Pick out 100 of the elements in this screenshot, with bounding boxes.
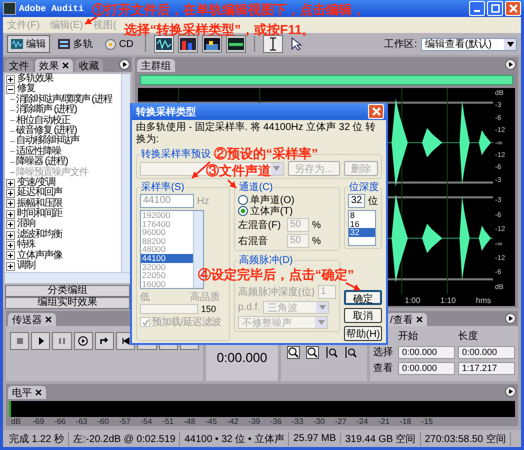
panel-menu-icon[interactable] — [505, 386, 516, 397]
list-item[interactable]: 16 — [349, 220, 375, 228]
expander-icon[interactable] — [6, 74, 15, 84]
tick-label: -54 — [140, 417, 154, 426]
dialog-title: 转换采样类型 — [136, 106, 196, 118]
tree-item[interactable]: 特殊 — [17, 240, 35, 251]
expander-icon[interactable] — [6, 85, 15, 94]
status-text: 左:-20.2dB @ 0:02.519 — [69, 432, 180, 446]
panel-tab[interactable]: 传送器 — [8, 313, 56, 326]
unit-label: 位 — [368, 195, 378, 208]
tree-item[interactable]: 消除嘶声 (进程) — [16, 105, 76, 116]
field-label: 高频脉冲深度(位) — [238, 286, 315, 299]
waveform-view-icon[interactable] — [154, 35, 174, 53]
time-field[interactable]: 0:00.000 — [398, 362, 455, 374]
expander-icon[interactable] — [6, 230, 15, 240]
time-field[interactable]: 0:00.000 — [458, 346, 515, 358]
group-title: 通道(C) — [238, 180, 274, 194]
tick-label: -39 — [248, 417, 262, 426]
panel-tab[interactable]: /查看 — [386, 313, 427, 326]
tick-label: -66 — [54, 417, 67, 426]
text-cursor-icon[interactable] — [263, 35, 284, 53]
radio-button[interactable] — [238, 206, 248, 216]
panel-button[interactable]: 编组实时效果 — [5, 297, 130, 309]
expander-icon[interactable] — [6, 262, 15, 271]
group-title: 位深度 — [348, 180, 380, 194]
zoom-out-icon[interactable] — [306, 346, 319, 359]
close-icon[interactable] — [416, 316, 423, 323]
panel-tab[interactable]: 主群组 — [137, 59, 175, 72]
mode-button[interactable]: 编辑 — [7, 35, 50, 53]
dialog-button[interactable]: 确定 — [344, 290, 382, 305]
annotation-arrow — [346, 282, 360, 291]
panel-tab[interactable]: 效果 — [35, 59, 73, 72]
panel-menu-icon[interactable] — [505, 313, 516, 324]
row-label: 选择 — [373, 346, 394, 359]
panel-tab[interactable]: 文件 — [5, 59, 33, 72]
panel-tab[interactable]: 电平 — [8, 386, 46, 399]
radio-label: 单声道(O) — [250, 194, 294, 206]
vertical-zoom-out-icon[interactable] — [344, 346, 357, 359]
quality-label: 低 — [140, 291, 150, 304]
maximize-button[interactable] — [487, 1, 503, 16]
close-button[interactable] — [505, 1, 521, 16]
radio-button[interactable] — [238, 194, 248, 204]
expander-icon[interactable] — [6, 240, 15, 250]
zoom-in-icon[interactable] — [287, 346, 300, 359]
close-button[interactable] — [368, 104, 384, 119]
tick-label: -69 — [32, 417, 46, 426]
loop-icon[interactable] — [94, 332, 114, 350]
tick-label: -57 — [118, 417, 132, 426]
tree-item[interactable]: 混响 — [17, 219, 35, 230]
minimize-button[interactable] — [469, 1, 485, 16]
scrollbar[interactable] — [121, 74, 130, 272]
expander-icon[interactable] — [6, 178, 15, 188]
time-label: 1:10 — [440, 296, 456, 304]
tree-item[interactable]: 延迟和回声 — [17, 188, 62, 199]
time-field[interactable]: 1:17.217 — [458, 362, 515, 374]
tick-label: -45 — [205, 417, 218, 426]
time-field[interactable]: 0:00.000 — [398, 346, 455, 358]
tick-label: -48 — [184, 417, 196, 426]
tree-item[interactable]: 相位自动校正 — [16, 116, 70, 126]
tree-item[interactable]: 降噪器 (进程) — [16, 157, 68, 168]
panel-button[interactable]: 分类编组 — [5, 285, 130, 297]
expander-icon[interactable] — [6, 188, 15, 198]
tree-item[interactable]: 修复 — [17, 84, 35, 95]
expander-icon[interactable] — [6, 210, 15, 219]
list-item[interactable]: 32 — [349, 228, 375, 237]
expander-icon[interactable] — [6, 220, 15, 230]
panel-menu-icon[interactable] — [505, 59, 516, 70]
spectral-pan-view-icon[interactable] — [202, 35, 222, 53]
phase-view-icon[interactable] — [226, 35, 246, 53]
dialog-button[interactable]: 取消 — [344, 308, 382, 323]
mode-button[interactable]: CD — [101, 35, 138, 53]
tick-label: -30 — [313, 417, 326, 426]
expander-icon[interactable] — [6, 199, 15, 208]
preset-dropdown[interactable] — [140, 162, 284, 176]
expander-icon[interactable] — [6, 251, 15, 260]
close-icon[interactable] — [62, 62, 69, 69]
mode-button[interactable]: 多轨 — [54, 35, 97, 53]
spectral-view-icon[interactable] — [178, 35, 198, 53]
quality-label: 高品质 — [190, 290, 220, 304]
bit-depth-field[interactable]: 32 — [348, 194, 366, 208]
close-icon[interactable] — [45, 316, 52, 323]
tree-item[interactable]: 多轨效果 — [17, 74, 53, 84]
play-icon[interactable] — [31, 332, 50, 350]
close-icon[interactable] — [35, 389, 42, 396]
scrollbar[interactable] — [5, 272, 130, 283]
panel-tab[interactable]: 收藏 — [75, 59, 103, 72]
checkbox-label: 预加载/延迟滤波 — [152, 316, 221, 330]
tick-label: -42 — [226, 417, 240, 426]
tree-item[interactable]: 破音修复 (进程) — [16, 126, 76, 136]
vertical-zoom-in-icon[interactable] — [325, 346, 338, 359]
list-item[interactable]: 8 — [349, 211, 375, 220]
tree-item[interactable]: 时间和间距 — [17, 209, 62, 220]
field-label: 右混音 — [238, 234, 269, 248]
workspace-dropdown[interactable]: 编辑查看(默认) — [421, 38, 517, 50]
close-icon — [508, 4, 518, 13]
panel-menu-icon[interactable] — [119, 59, 130, 70]
dialog-button[interactable]: 帮助(H) — [344, 326, 382, 341]
tree-item[interactable]: 自动移除咔哒声 — [16, 136, 79, 147]
tick-label: -60 — [97, 417, 110, 426]
tree-item[interactable]: 调制 — [17, 261, 35, 272]
